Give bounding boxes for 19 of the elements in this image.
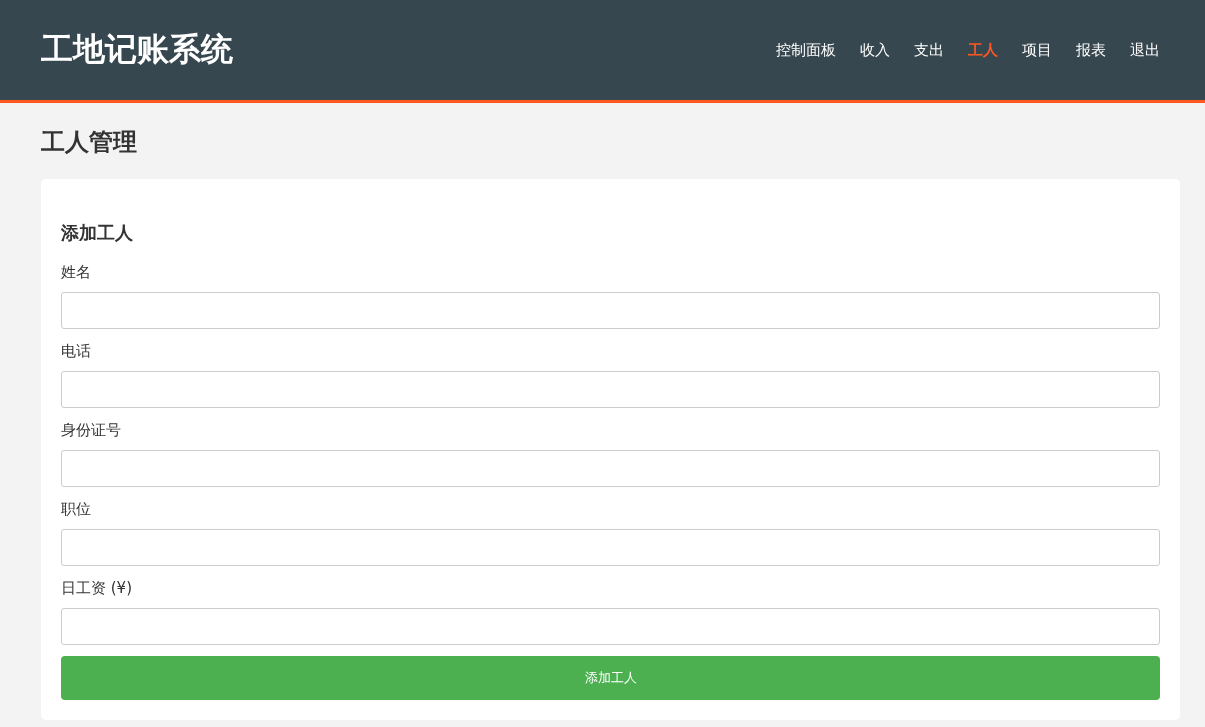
field-label: 日工资 (¥) <box>61 578 133 599</box>
input-field[interactable] <box>61 529 1160 566</box>
nav-link[interactable]: 支出 <box>904 34 954 66</box>
input-field[interactable] <box>61 450 1160 487</box>
page-title: 工人管理 <box>41 127 138 157</box>
nav-link[interactable]: 退出 <box>1120 34 1170 66</box>
field-label: 身份证号 <box>61 420 122 441</box>
input-field[interactable] <box>61 292 1160 329</box>
nav-link[interactable]: 项目 <box>1012 34 1062 66</box>
app-title: 工地记账系统 <box>41 29 233 70</box>
nav-link[interactable]: 收入 <box>850 34 900 66</box>
field-label: 姓名 <box>61 262 92 283</box>
form-title: 添加工人 <box>61 221 134 245</box>
nav-link[interactable]: 报表 <box>1066 34 1116 66</box>
nav-link[interactable]: 控制面板 <box>766 34 846 66</box>
field-label: 职位 <box>61 499 92 520</box>
input-field[interactable] <box>61 608 1160 645</box>
input-field[interactable] <box>61 371 1160 408</box>
field-label: 电话 <box>61 341 92 362</box>
